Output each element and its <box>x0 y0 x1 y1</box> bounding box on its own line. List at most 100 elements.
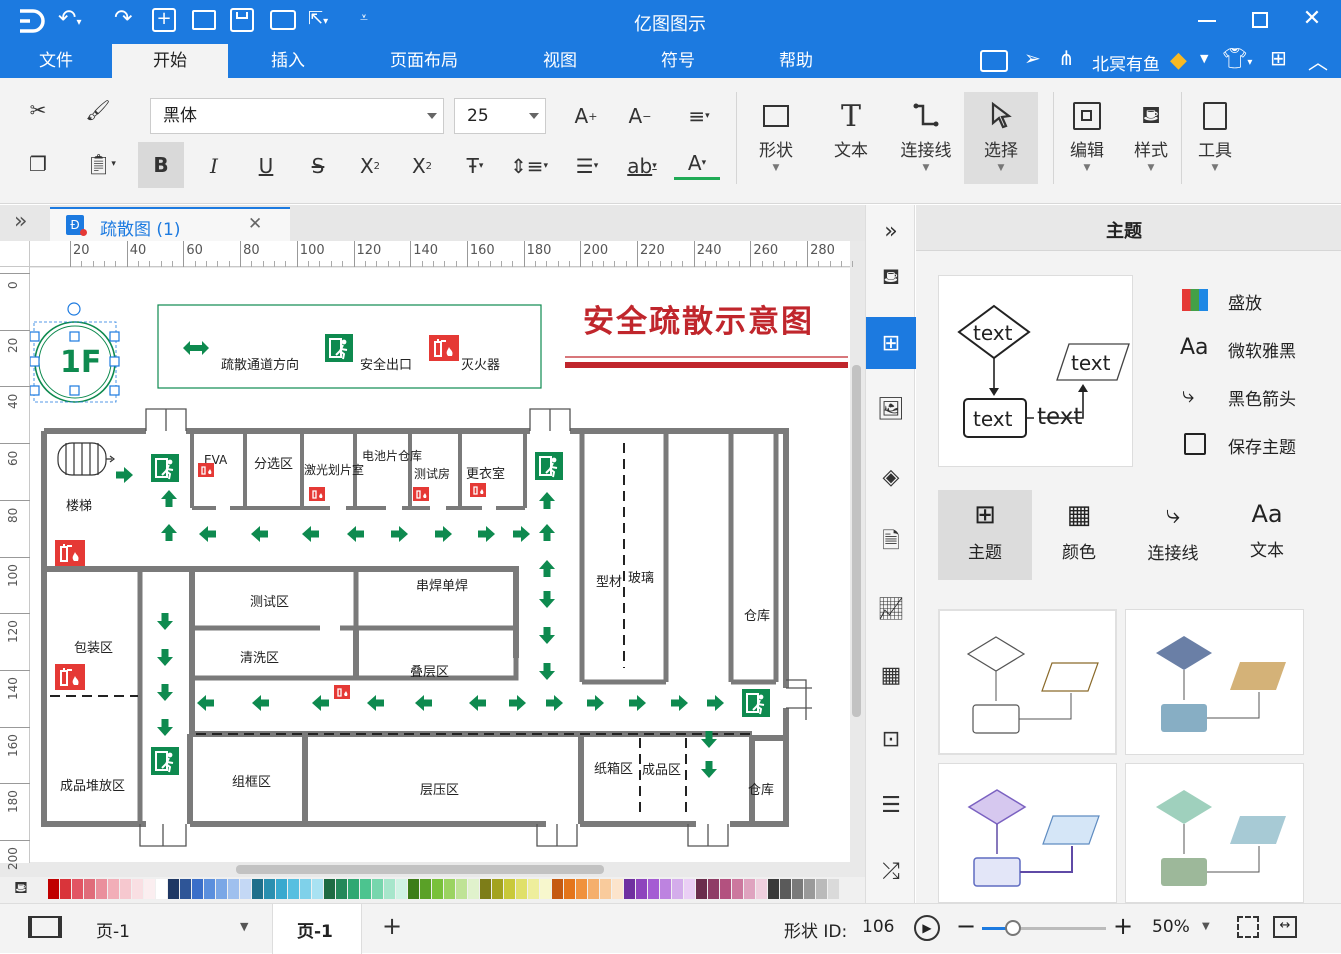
color-swatch[interactable] <box>684 879 695 899</box>
color-swatch[interactable] <box>708 879 719 899</box>
color-swatch[interactable] <box>828 879 839 899</box>
color-swatch[interactable] <box>216 879 227 899</box>
maximize-button[interactable] <box>1252 12 1268 28</box>
print-icon[interactable] <box>270 10 296 30</box>
color-swatch[interactable] <box>600 879 611 899</box>
color-swatch[interactable] <box>300 879 311 899</box>
color-swatch[interactable] <box>636 879 647 899</box>
tools-button[interactable]: 工具 ▼ <box>1180 92 1250 184</box>
page-select[interactable]: 页-1 ▼ <box>86 904 256 954</box>
color-swatch[interactable] <box>156 879 167 899</box>
shape-data-icon[interactable]: ⊡ <box>866 713 916 765</box>
text-button[interactable]: T 文本 <box>816 92 886 184</box>
layers-icon[interactable]: ◈ <box>866 451 916 503</box>
page-view-icon[interactable] <box>28 916 62 938</box>
decrease-font-icon[interactable]: A − <box>622 98 658 134</box>
color-swatch[interactable] <box>120 879 131 899</box>
color-swatch[interactable] <box>792 879 803 899</box>
zoom-slider[interactable] <box>982 920 1106 936</box>
color-swatch[interactable] <box>360 879 371 899</box>
text-format-icon[interactable]: Ŧ ▾ <box>452 148 498 184</box>
shirt-icon[interactable]: 👕︎▾ <box>1222 46 1252 70</box>
send-icon[interactable]: ➢ <box>1024 46 1041 70</box>
chat-icon[interactable] <box>980 50 1008 72</box>
color-swatch[interactable] <box>324 879 335 899</box>
page-tab-active[interactable]: 页-1 <box>272 904 362 954</box>
format-painter-icon[interactable]: 🖌︎ <box>80 92 116 128</box>
open-folder-icon[interactable] <box>192 10 216 30</box>
color-swatch[interactable] <box>696 879 707 899</box>
color-swatch[interactable] <box>540 879 551 899</box>
fit-page-icon[interactable] <box>1237 916 1259 938</box>
color-swatch[interactable] <box>456 879 467 899</box>
color-swatch[interactable] <box>816 879 827 899</box>
color-swatch[interactable] <box>384 879 395 899</box>
fit-width-icon[interactable]: ↔ <box>1273 916 1297 938</box>
color-swatch[interactable] <box>408 879 419 899</box>
color-swatch[interactable] <box>648 879 659 899</box>
align-icon[interactable]: ≡ ▾ <box>676 98 722 134</box>
color-swatch[interactable] <box>576 879 587 899</box>
color-swatch[interactable] <box>432 879 443 899</box>
font-size-select[interactable]: 25 <box>454 98 546 134</box>
vertical-scrollbar[interactable] <box>852 365 861 717</box>
menu-symbol[interactable]: 符号 <box>640 44 716 78</box>
theme-preview[interactable]: text text text text <box>938 275 1133 467</box>
color-swatch[interactable] <box>744 879 755 899</box>
user-dropdown-icon[interactable]: ▼ <box>1200 52 1208 65</box>
color-swatch[interactable] <box>624 879 635 899</box>
increase-font-icon[interactable]: A + <box>568 98 604 134</box>
color-swatch[interactable] <box>756 879 767 899</box>
shuffle-icon[interactable]: ⤮ <box>866 845 916 897</box>
color-swatch[interactable] <box>48 879 59 899</box>
color-swatch[interactable] <box>612 879 623 899</box>
diagram-title[interactable]: 安全疏散示意图 <box>583 304 814 340</box>
color-swatch[interactable] <box>480 879 491 899</box>
color-swatch[interactable] <box>420 879 431 899</box>
color-swatch[interactable] <box>516 879 527 899</box>
color-swatch[interactable] <box>252 879 263 899</box>
theme-option-save[interactable]: 保存主题 <box>1180 431 1330 461</box>
horizontal-scrollbar[interactable] <box>236 865 604 874</box>
username[interactable]: 北冥有鱼 <box>1092 50 1160 75</box>
color-swatch[interactable] <box>672 879 683 899</box>
image-icon[interactable]: 🖼︎ <box>866 383 916 435</box>
color-swatch[interactable] <box>108 879 119 899</box>
color-swatch[interactable] <box>492 879 503 899</box>
zoom-slider-knob[interactable] <box>1005 920 1021 936</box>
edit-button[interactable]: 编辑 ▼ <box>1052 92 1122 184</box>
new-file-icon[interactable]: + <box>152 8 176 32</box>
color-swatch[interactable] <box>348 879 359 899</box>
tab-color[interactable]: ▦ 颜色 <box>1032 490 1126 580</box>
evacuation-diagram[interactable]: 疏散通道方向 安全出口 灭火器 安全疏散示意图 1F 楼梯 EVA 分选区 激光… <box>30 268 850 862</box>
minimize-button[interactable] <box>1198 20 1216 22</box>
fill-icon[interactable]: ⛾ <box>866 253 916 305</box>
superscript-icon[interactable]: X2 <box>352 148 388 184</box>
quick-access-dropdown-icon[interactable]: ⩡ <box>360 10 376 30</box>
theme-thumb-4[interactable] <box>1125 763 1304 903</box>
play-icon[interactable]: ▶ <box>914 915 940 941</box>
zoom-out-button[interactable]: − <box>956 912 976 940</box>
vip-diamond-icon[interactable]: ◆ <box>1170 48 1187 73</box>
tab-text[interactable]: Aa 文本 <box>1220 490 1314 580</box>
color-swatch[interactable] <box>180 879 191 899</box>
italic-icon[interactable]: I <box>196 148 232 184</box>
drawing-page[interactable]: 疏散通道方向 安全出口 灭火器 安全疏散示意图 1F 楼梯 EVA 分选区 激光… <box>30 268 850 862</box>
color-swatch[interactable] <box>204 879 215 899</box>
color-swatch[interactable] <box>504 879 515 899</box>
color-palette[interactable]: ⛾ <box>0 877 865 903</box>
theme-option-arrow[interactable]: ⤷ 黑色箭头 <box>1180 383 1330 413</box>
add-page-button[interactable]: + <box>382 912 402 940</box>
bullet-list-icon[interactable]: ☰ ▾ <box>564 148 610 184</box>
theme-thumb-1[interactable] <box>938 609 1117 755</box>
menu-home[interactable]: 开始 <box>112 44 228 78</box>
cut-icon[interactable]: ✂ <box>20 92 56 128</box>
color-swatch[interactable] <box>168 879 179 899</box>
menu-file[interactable]: 文件 <box>18 44 94 78</box>
theme-thumb-2[interactable] <box>1125 609 1304 755</box>
apps-grid-icon[interactable]: ⊞ <box>1270 46 1287 70</box>
color-swatch[interactable] <box>240 879 251 899</box>
share-icon[interactable]: ⋔ <box>1058 46 1075 70</box>
expand-library-icon[interactable]: » <box>14 209 27 234</box>
table-icon[interactable]: ▦ <box>866 649 916 701</box>
